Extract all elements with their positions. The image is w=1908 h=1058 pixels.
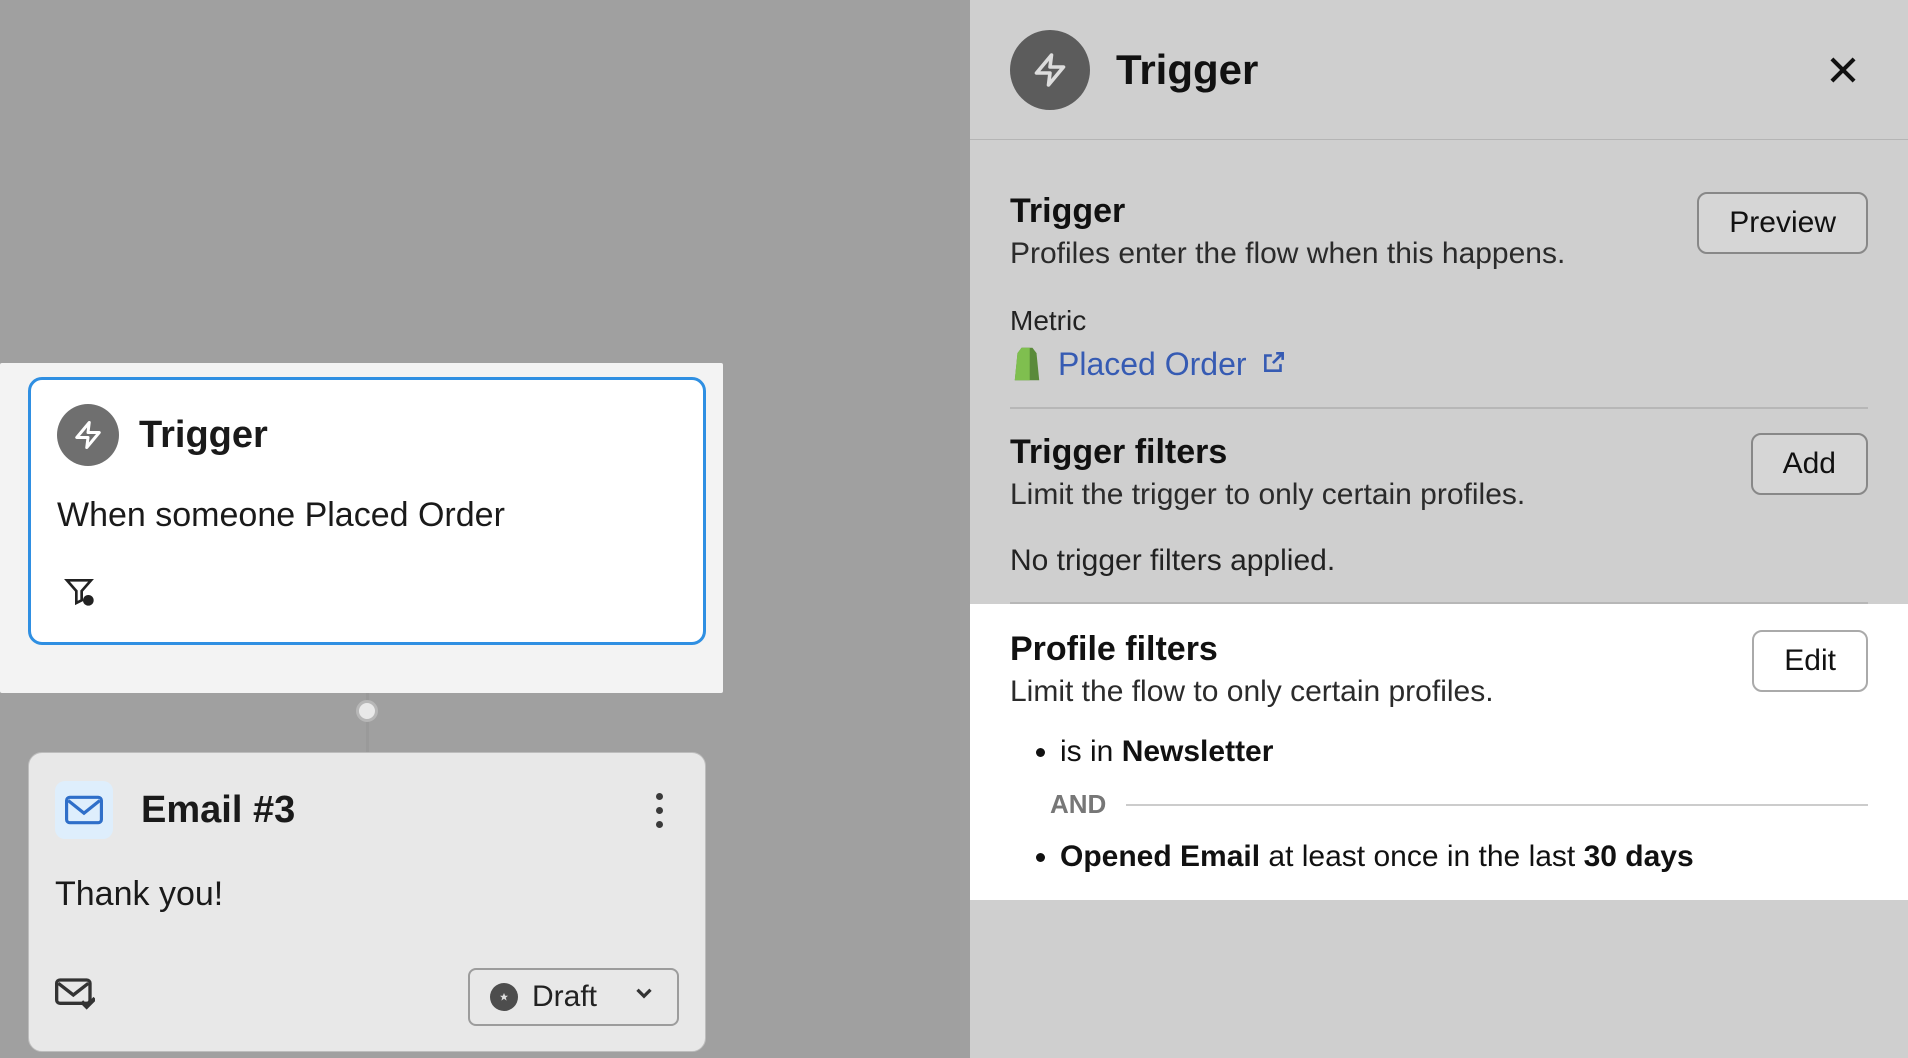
trigger-card-title: Trigger — [139, 414, 268, 457]
trigger-card-highlight: Trigger When someone Placed Order — [0, 363, 723, 693]
kebab-menu-icon[interactable] — [639, 790, 679, 830]
trigger-section: Trigger Profiles enter the flow when thi… — [1010, 180, 1868, 409]
edit-button[interactable]: Edit — [1752, 630, 1868, 692]
trigger-filters-title: Trigger filters — [1010, 433, 1525, 472]
external-link-icon — [1261, 349, 1287, 380]
trigger-card[interactable]: Trigger When someone Placed Order — [28, 377, 706, 645]
status-dropdown[interactable]: Draft — [468, 968, 679, 1026]
lightning-icon — [1010, 30, 1090, 110]
shopify-icon — [1010, 345, 1044, 383]
status-dot-icon — [490, 983, 518, 1011]
connector-node[interactable] — [356, 700, 378, 722]
status-label: Draft — [532, 980, 597, 1014]
trigger-filters-empty: No trigger filters applied. — [1010, 544, 1868, 578]
lightning-icon — [57, 404, 119, 466]
profile-filter-list: Opened Email at least once in the last 3… — [1010, 840, 1868, 874]
profile-filter-list: is in Newsletter — [1010, 735, 1868, 769]
panel-title: Trigger — [1116, 46, 1258, 94]
metric-label: Metric — [1010, 305, 1868, 337]
trigger-filters-section: Trigger filters Limit the trigger to onl… — [1010, 409, 1868, 604]
profile-filters-title: Profile filters — [1010, 630, 1494, 669]
trigger-section-title: Trigger — [1010, 192, 1565, 231]
email-card-title: Email #3 — [141, 789, 295, 832]
trigger-card-description: When someone Placed Order — [57, 496, 677, 535]
trigger-filters-subtitle: Limit the trigger to only certain profil… — [1010, 478, 1525, 512]
close-icon[interactable] — [1818, 45, 1868, 95]
and-separator: AND — [1050, 789, 1868, 820]
metric-link[interactable]: Placed Order — [1058, 346, 1247, 383]
profile-filter-item: Opened Email at least once in the last 3… — [1060, 840, 1868, 874]
preview-button[interactable]: Preview — [1697, 192, 1868, 254]
add-button[interactable]: Add — [1751, 433, 1868, 495]
email-icon — [55, 781, 113, 839]
profile-filters-subtitle: Limit the flow to only certain profiles. — [1010, 675, 1494, 709]
panel-header: Trigger — [970, 0, 1908, 140]
chevron-down-icon — [631, 980, 657, 1014]
email-card[interactable]: Email #3 Thank you! Draft — [28, 752, 706, 1052]
profile-filters-section: Profile filters Limit the flow to only c… — [970, 604, 1908, 900]
flow-canvas[interactable]: Trigger When someone Placed Order Email … — [0, 0, 970, 1058]
profile-filter-icon[interactable] — [57, 569, 101, 613]
email-subject: Thank you! — [55, 875, 679, 914]
trigger-section-subtitle: Profiles enter the flow when this happen… — [1010, 237, 1565, 271]
profile-filter-item: is in Newsletter — [1060, 735, 1868, 769]
trigger-panel: Trigger Trigger Profiles enter the flow … — [970, 0, 1908, 1058]
email-send-icon[interactable] — [55, 978, 95, 1017]
